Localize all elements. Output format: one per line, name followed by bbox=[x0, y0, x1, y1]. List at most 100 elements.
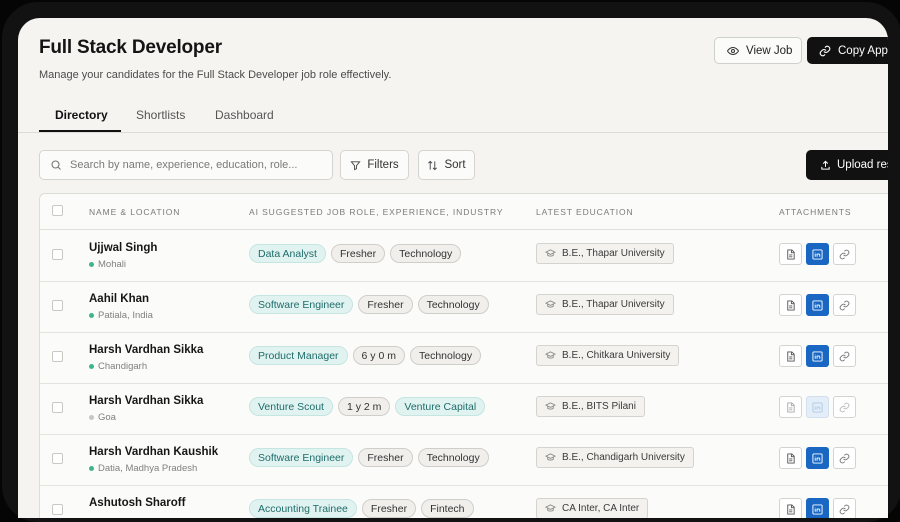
resume-document-icon[interactable] bbox=[779, 498, 802, 518]
graduation-cap-icon bbox=[545, 350, 556, 361]
sort-icon bbox=[427, 160, 438, 171]
location-dot-icon bbox=[89, 415, 94, 420]
table-row[interactable]: Ujjwal Singh Mohali Data Analyst Fresher Tec… bbox=[40, 230, 888, 282]
role-chips: Software Engineer Fresher Technology bbox=[249, 295, 489, 314]
job-role-chip: Data Analyst bbox=[249, 244, 326, 263]
location-text: Chandigarh bbox=[98, 361, 148, 372]
column-name-location: NAME & LOCATION bbox=[89, 207, 181, 217]
job-role-chip: Venture Scout bbox=[249, 397, 333, 416]
resume-document-icon[interactable] bbox=[779, 243, 802, 265]
view-job-button[interactable]: View Job bbox=[714, 37, 802, 64]
page-title: Full Stack Developer bbox=[39, 37, 222, 58]
industry-chip: Technology bbox=[417, 448, 489, 467]
table-row[interactable]: Harsh Vardhan Sikka Chandigarh Product Man… bbox=[40, 332, 888, 384]
link-icon[interactable] bbox=[833, 345, 856, 367]
education-text: B.E., BITS Pilani bbox=[562, 401, 636, 412]
location-dot-icon bbox=[89, 262, 94, 267]
linkedin-icon[interactable] bbox=[806, 243, 829, 265]
table-row[interactable]: Ashutosh Sharoff Accounting Trainee Freshe… bbox=[40, 485, 888, 518]
link-icon[interactable] bbox=[833, 243, 856, 265]
candidate-location: Goa bbox=[89, 412, 116, 423]
sort-button[interactable]: Sort bbox=[418, 150, 475, 180]
candidate-name[interactable]: Ujjwal Singh bbox=[89, 242, 157, 254]
link-icon[interactable] bbox=[833, 498, 856, 518]
column-education: LATEST EDUCATION bbox=[536, 207, 634, 217]
upload-resume-button[interactable]: Upload res bbox=[806, 150, 888, 180]
job-role-chip: Software Engineer bbox=[249, 295, 354, 314]
app-screen: Full Stack Developer Manage your candida… bbox=[18, 18, 888, 518]
education-badge: CA Inter, CA Inter bbox=[536, 498, 649, 518]
sort-label: Sort bbox=[444, 159, 466, 171]
row-checkbox[interactable] bbox=[52, 504, 63, 515]
table-row[interactable]: Harsh Vardhan Sikka Goa Venture Scout 1 y 2… bbox=[40, 383, 888, 435]
row-checkbox[interactable] bbox=[52, 402, 63, 413]
location-text: Goa bbox=[98, 412, 116, 423]
search-input[interactable] bbox=[70, 159, 320, 171]
candidates-table: NAME & LOCATION AI SUGGESTED JOB ROLE, E… bbox=[39, 193, 888, 518]
industry-chip: Technology bbox=[409, 346, 482, 365]
graduation-cap-icon bbox=[545, 401, 556, 412]
graduation-cap-icon bbox=[545, 503, 556, 514]
row-checkbox[interactable] bbox=[52, 351, 63, 362]
resume-document-icon[interactable] bbox=[779, 447, 802, 469]
graduation-cap-icon bbox=[545, 452, 556, 463]
linkedin-icon[interactable] bbox=[806, 396, 829, 418]
linkedin-icon[interactable] bbox=[806, 498, 829, 518]
resume-document-icon[interactable] bbox=[779, 294, 802, 316]
search-box[interactable] bbox=[39, 150, 333, 180]
select-all-checkbox[interactable] bbox=[52, 205, 63, 216]
link-icon[interactable] bbox=[833, 396, 856, 418]
linkedin-icon[interactable] bbox=[806, 294, 829, 316]
linkedin-icon[interactable] bbox=[806, 345, 829, 367]
tabs-divider bbox=[18, 132, 888, 133]
industry-chip: Fintech bbox=[421, 499, 474, 518]
experience-chip: Fresher bbox=[330, 244, 386, 263]
education-badge: B.E., Thapar University bbox=[536, 243, 674, 264]
candidate-name[interactable]: Aahil Khan bbox=[89, 293, 149, 305]
page-subtitle: Manage your candidates for the Full Stac… bbox=[39, 69, 392, 81]
job-role-chip: Accounting Trainee bbox=[249, 499, 357, 518]
view-job-label: View Job bbox=[746, 44, 793, 57]
tab-shortlists[interactable]: Shortlists bbox=[136, 108, 185, 122]
link-icon[interactable] bbox=[833, 294, 856, 316]
filters-button[interactable]: Filters bbox=[340, 150, 409, 180]
education-text: B.E., Chandigarh University bbox=[562, 452, 685, 463]
location-text: Datia, Madhya Pradesh bbox=[98, 463, 198, 474]
table-row[interactable]: Aahil Khan Patiala, India Software Enginee… bbox=[40, 281, 888, 333]
resume-document-icon[interactable] bbox=[779, 396, 802, 418]
education-badge: B.E., BITS Pilani bbox=[536, 396, 645, 417]
attachments bbox=[779, 447, 856, 469]
role-chips: Software Engineer Fresher Technology bbox=[249, 448, 489, 467]
upload-icon bbox=[820, 160, 831, 171]
job-role-chip: Product Manager bbox=[249, 346, 348, 365]
candidate-name[interactable]: Harsh Vardhan Kaushik bbox=[89, 446, 218, 458]
link-icon[interactable] bbox=[833, 447, 856, 469]
candidate-name[interactable]: Ashutosh Sharoff bbox=[89, 497, 185, 509]
candidate-location: Datia, Madhya Pradesh bbox=[89, 463, 197, 474]
attachments bbox=[779, 345, 856, 367]
graduation-cap-icon bbox=[545, 248, 556, 259]
candidate-location: Chandigarh bbox=[89, 361, 147, 372]
tab-dashboard[interactable]: Dashboard bbox=[215, 108, 274, 122]
linkedin-icon[interactable] bbox=[806, 447, 829, 469]
row-checkbox[interactable] bbox=[52, 453, 63, 464]
candidate-location: Patiala, India bbox=[89, 310, 153, 321]
copy-application-link-button[interactable]: Copy Appl bbox=[807, 37, 888, 64]
attachments bbox=[779, 243, 856, 265]
location-dot-icon bbox=[89, 364, 94, 369]
device-frame: Full Stack Developer Manage your candida… bbox=[2, 2, 900, 522]
row-checkbox[interactable] bbox=[52, 300, 63, 311]
candidate-name[interactable]: Harsh Vardhan Sikka bbox=[89, 395, 203, 407]
role-chips: Product Manager 6 y 0 m Technology bbox=[249, 346, 482, 365]
experience-chip: 1 y 2 m bbox=[337, 397, 391, 416]
experience-chip: Fresher bbox=[358, 295, 413, 314]
row-checkbox[interactable] bbox=[52, 249, 63, 260]
resume-document-icon[interactable] bbox=[779, 345, 802, 367]
location-text: Mohali bbox=[98, 259, 126, 270]
education-badge: B.E., Chitkara University bbox=[536, 345, 680, 366]
table-row[interactable]: Harsh Vardhan Kaushik Datia, Madhya Prade… bbox=[40, 434, 888, 486]
experience-chip: Fresher bbox=[358, 448, 413, 467]
tab-directory[interactable]: Directory bbox=[55, 108, 108, 122]
education-text: B.E., Thapar University bbox=[562, 248, 665, 259]
candidate-name[interactable]: Harsh Vardhan Sikka bbox=[89, 344, 203, 356]
